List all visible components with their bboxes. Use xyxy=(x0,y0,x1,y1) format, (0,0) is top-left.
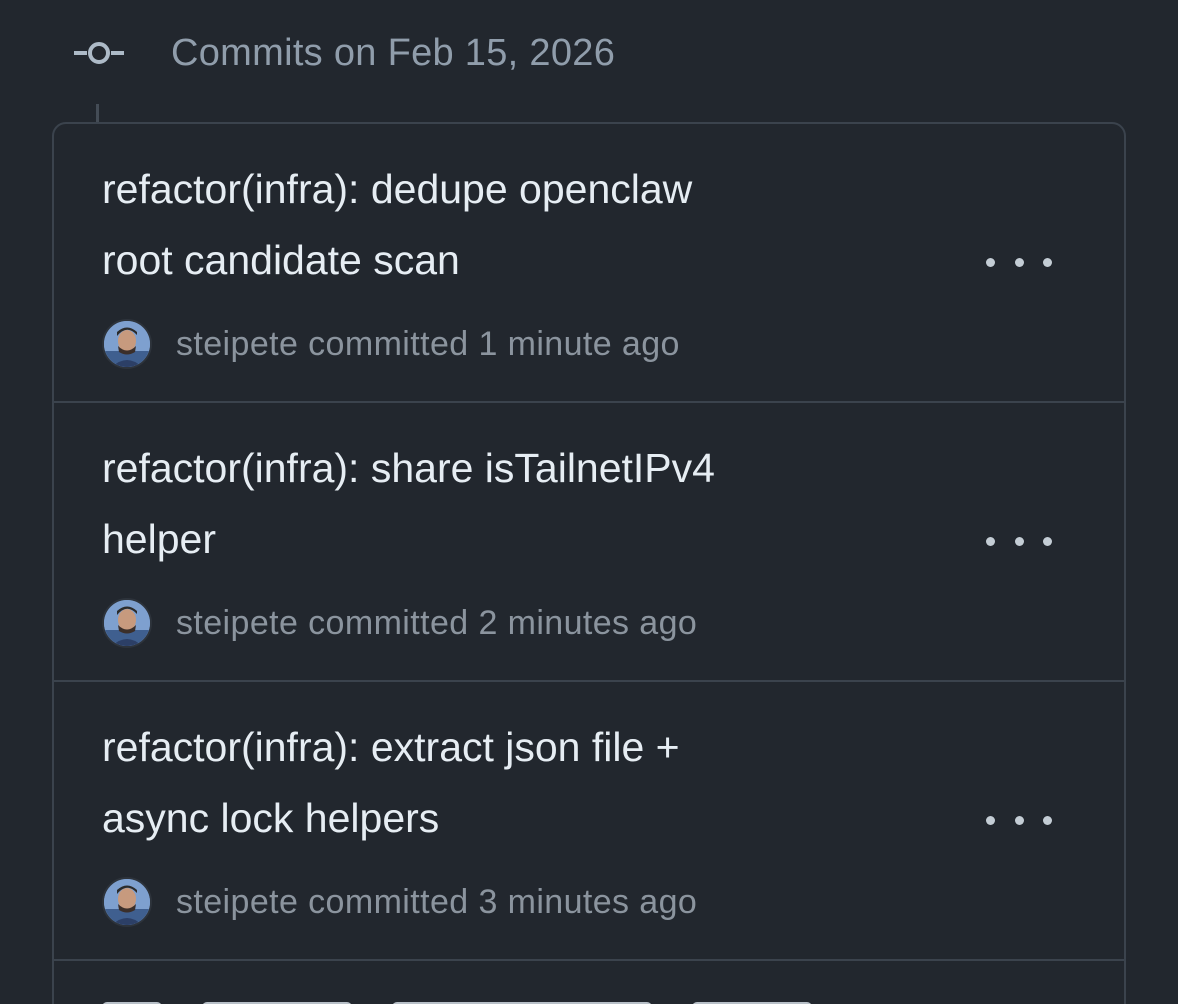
ellipsis-dot xyxy=(1043,536,1052,546)
commit-message-line: refactor(infra): extract json file + xyxy=(102,724,680,770)
ellipsis-dot xyxy=(1014,815,1024,825)
author-avatar[interactable] xyxy=(102,319,152,369)
commit-message-line: root candidate scan xyxy=(102,237,460,283)
ellipsis-dot xyxy=(1043,257,1052,267)
commit-time: 2 minutes ago xyxy=(478,603,698,642)
commit-time: 3 minutes ago xyxy=(478,882,698,921)
more-options-button[interactable] xyxy=(986,521,1052,561)
author-link[interactable]: steipete xyxy=(176,325,298,363)
commit-action: committed xyxy=(308,603,469,642)
commit-row: refactor(infra): share isTailnetIPv4 hel… xyxy=(54,403,1124,682)
author-avatar[interactable] xyxy=(102,877,152,927)
commit-message-line: refactor(infra): share isTailnetIPv4 xyxy=(102,445,715,491)
commit-meta-text: steipete committed 3 minutes ago xyxy=(176,883,697,922)
commit-message-link[interactable]: refactor(infra): extract json file + asy… xyxy=(102,712,862,854)
more-options-button[interactable] xyxy=(986,242,1052,282)
commit-group-header: Commits on Feb 15, 2026 xyxy=(74,26,615,80)
commit-time: 1 minute ago xyxy=(478,324,680,363)
commit-action: committed xyxy=(308,324,469,363)
ellipsis-dot xyxy=(986,815,995,825)
commit-row-partial xyxy=(54,961,1124,1004)
commit-meta: steipete committed 1 minute ago xyxy=(102,318,680,370)
commit-row: refactor(infra): extract json file + asy… xyxy=(54,682,1124,961)
more-options-button[interactable] xyxy=(986,800,1052,840)
author-link[interactable]: steipete xyxy=(176,604,298,642)
commit-message-line: helper xyxy=(102,516,216,562)
commit-history-page: Commits on Feb 15, 2026 refactor(infra):… xyxy=(0,0,1178,1004)
ellipsis-dot xyxy=(1043,815,1052,825)
ellipsis-dot xyxy=(986,536,995,546)
author-avatar[interactable] xyxy=(102,598,152,648)
author-link[interactable]: steipete xyxy=(176,883,298,921)
commit-message-link[interactable]: refactor(infra): dedupe openclaw root ca… xyxy=(102,154,862,296)
commit-row: refactor(infra): dedupe openclaw root ca… xyxy=(54,124,1124,403)
commit-meta: steipete committed 3 minutes ago xyxy=(102,876,697,928)
ellipsis-dot xyxy=(1014,536,1024,546)
ellipsis-dot xyxy=(1014,257,1024,267)
commit-message-line: async lock helpers xyxy=(102,795,440,841)
ellipsis-dot xyxy=(986,257,995,267)
git-commit-icon xyxy=(74,38,124,68)
commit-meta: steipete committed 2 minutes ago xyxy=(102,597,697,649)
commit-message-link[interactable]: refactor(infra): share isTailnetIPv4 hel… xyxy=(102,433,862,575)
commit-message-line: refactor(infra): dedupe openclaw xyxy=(102,166,693,212)
truncated-commit-message xyxy=(102,999,922,1004)
commit-action: committed xyxy=(308,882,469,921)
commit-group-date: Commits on Feb 15, 2026 xyxy=(171,31,616,74)
commit-meta-text: steipete committed 2 minutes ago xyxy=(176,604,697,643)
commit-list: refactor(infra): dedupe openclaw root ca… xyxy=(52,122,1126,1004)
commit-meta-text: steipete committed 1 minute ago xyxy=(176,325,680,364)
